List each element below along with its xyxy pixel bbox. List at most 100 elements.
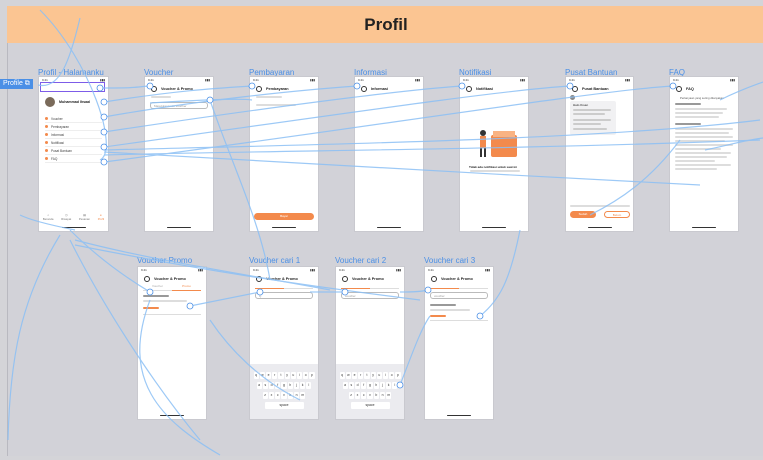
- frame-informasi[interactable]: 9:41 ▮▮▮ Informasi: [354, 76, 424, 232]
- frame-faq[interactable]: 9:41 ▮▮▮ FAQ Pertanyaan yang sering ditan…: [669, 76, 739, 232]
- key-c[interactable]: c: [361, 392, 367, 399]
- key-l[interactable]: l: [306, 382, 312, 389]
- key-y[interactable]: y: [284, 372, 290, 379]
- frame-voucher-cari-3[interactable]: 9:41 ▮▮▮ Voucher & Promo voucher: [424, 266, 494, 420]
- menu-item-pusat-bantuan[interactable]: Pusat Bantuan: [45, 147, 102, 155]
- menu-item-pembayaran[interactable]: Pembayaran: [45, 123, 102, 131]
- faq-item[interactable]: [675, 128, 733, 130]
- menu-item-voucher[interactable]: Voucher: [45, 115, 102, 123]
- faq-item[interactable]: [675, 148, 721, 150]
- nav-profil[interactable]: ● Profil: [98, 213, 104, 225]
- voucher-code-input[interactable]: Masukkan kode voucher: [150, 102, 208, 109]
- frame-label-voucher-cari-2[interactable]: Voucher cari 2: [335, 256, 386, 265]
- key-space[interactable]: space: [264, 402, 304, 409]
- key-x[interactable]: x: [354, 392, 361, 399]
- tab-voucher[interactable]: [430, 281, 459, 289]
- key-n[interactable]: n: [379, 392, 386, 399]
- key-j[interactable]: j: [379, 382, 386, 389]
- back-icon[interactable]: [144, 276, 150, 282]
- flow-start-tag[interactable]: Profile ⧉: [0, 79, 33, 89]
- search-input[interactable]: voucher: [430, 292, 488, 299]
- key-w[interactable]: w: [345, 372, 351, 379]
- key-v[interactable]: v: [367, 392, 373, 399]
- key-u[interactable]: u: [290, 372, 296, 379]
- tab-voucher[interactable]: [341, 281, 370, 289]
- back-icon[interactable]: [676, 86, 682, 92]
- key-p[interactable]: p: [395, 372, 401, 379]
- faq-item[interactable]: [675, 164, 731, 166]
- key-h[interactable]: h: [373, 382, 379, 389]
- frame-voucher-cari-2[interactable]: 9:41 ▮▮▮ Voucher & Promo voucher qwertyui…: [335, 266, 405, 420]
- tab-promo[interactable]: Promo: [172, 283, 201, 291]
- key-a[interactable]: a: [256, 382, 262, 389]
- key-v[interactable]: v: [281, 392, 287, 399]
- key-c[interactable]: c: [275, 392, 281, 399]
- tab-promo[interactable]: [370, 281, 399, 289]
- frame-voucher-cari-1[interactable]: 9:41 ▮▮▮ Voucher & Promo Q qwertyuiopasdf…: [249, 266, 319, 420]
- faq-item[interactable]: [675, 152, 731, 154]
- back-icon[interactable]: [466, 86, 472, 92]
- key-r[interactable]: r: [272, 372, 278, 379]
- back-icon[interactable]: [256, 86, 262, 92]
- search-input[interactable]: voucher: [341, 292, 399, 299]
- nav-riwayat[interactable]: ◷ Riwayat: [61, 213, 71, 225]
- key-m[interactable]: m: [386, 392, 392, 399]
- tab-promo[interactable]: [459, 281, 488, 289]
- menu-item-informasi[interactable]: Informasi: [45, 131, 102, 139]
- faq-item[interactable]: [675, 156, 727, 158]
- faq-item[interactable]: [675, 168, 717, 170]
- key-f[interactable]: f: [361, 382, 367, 389]
- key-b[interactable]: b: [287, 392, 293, 399]
- key-f[interactable]: f: [275, 382, 281, 389]
- faq-item[interactable]: [675, 136, 733, 138]
- key-q[interactable]: q: [253, 372, 259, 379]
- key-m[interactable]: m: [300, 392, 306, 399]
- promo-card[interactable]: [143, 294, 201, 315]
- key-j[interactable]: j: [293, 382, 300, 389]
- key-y[interactable]: y: [370, 372, 376, 379]
- key-i[interactable]: i: [382, 372, 389, 379]
- key-z[interactable]: z: [348, 392, 354, 399]
- faq-item[interactable]: [675, 144, 733, 146]
- frame-pembayaran[interactable]: 9:41 ▮▮▮ Pembayaran Bayar: [249, 76, 319, 232]
- key-w[interactable]: w: [259, 372, 265, 379]
- tab-voucher[interactable]: Voucher: [143, 283, 172, 291]
- faq-item[interactable]: [675, 116, 719, 118]
- frame-label-voucher-cari-3[interactable]: Voucher cari 3: [424, 256, 475, 265]
- key-g[interactable]: g: [367, 382, 373, 389]
- frame-voucher[interactable]: 9:41 ▮▮▮ Voucher & Promo Masukkan kode vo…: [144, 76, 214, 232]
- key-o[interactable]: o: [389, 372, 395, 379]
- key-p[interactable]: p: [309, 372, 315, 379]
- faq-item[interactable]: [675, 132, 729, 134]
- no-button[interactable]: Belum: [604, 211, 630, 218]
- key-d[interactable]: d: [354, 382, 361, 389]
- key-t[interactable]: t: [364, 372, 370, 379]
- key-z[interactable]: z: [262, 392, 268, 399]
- frame-notifikasi[interactable]: 9:41 ▮▮▮ Notifikasi Tidak ada notifikasi …: [459, 76, 529, 232]
- back-icon[interactable]: [151, 86, 157, 92]
- back-icon[interactable]: [572, 86, 578, 92]
- voucher-result-card[interactable]: [430, 302, 488, 321]
- key-l[interactable]: l: [392, 382, 398, 389]
- frame-pusat-bantuan[interactable]: 9:41 ▮▮▮ Pusat Bantuan Halo Ihsan Sudah B…: [565, 76, 634, 232]
- key-n[interactable]: n: [293, 392, 300, 399]
- yes-button[interactable]: Sudah: [570, 211, 596, 218]
- back-icon[interactable]: [361, 86, 367, 92]
- frame-voucher-promo[interactable]: 9:41 ▮▮▮ Voucher & Promo Voucher Promo: [137, 266, 207, 420]
- faq-item[interactable]: [675, 112, 723, 114]
- key-s[interactable]: s: [348, 382, 354, 389]
- key-k[interactable]: k: [300, 382, 306, 389]
- frame-profil[interactable]: 9:41 ▮▮▮ Muhammad Ihsaal Voucher Pembayar…: [38, 76, 109, 232]
- key-x[interactable]: x: [268, 392, 275, 399]
- selected-layer-outline[interactable]: [40, 82, 105, 92]
- key-e[interactable]: e: [265, 372, 272, 379]
- frame-label-voucher-promo[interactable]: Voucher Promo: [137, 256, 192, 265]
- key-d[interactable]: d: [268, 382, 275, 389]
- faq-item[interactable]: [675, 140, 725, 142]
- key-a[interactable]: a: [342, 382, 348, 389]
- key-i[interactable]: i: [296, 372, 303, 379]
- frame-label-voucher-cari-1[interactable]: Voucher cari 1: [249, 256, 300, 265]
- tab-promo[interactable]: [284, 281, 313, 289]
- search-input[interactable]: Q: [255, 292, 313, 299]
- key-o[interactable]: o: [303, 372, 309, 379]
